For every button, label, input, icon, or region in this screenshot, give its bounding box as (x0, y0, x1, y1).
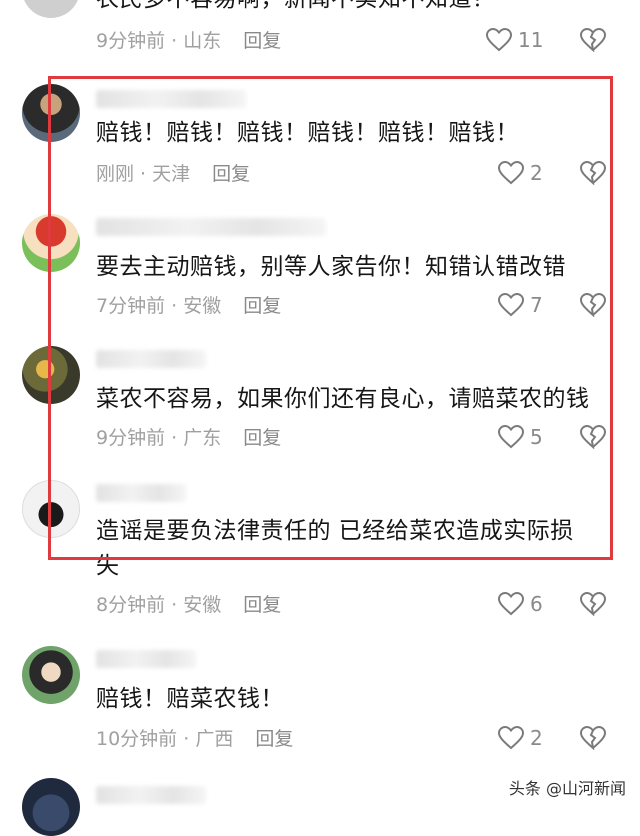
avatar[interactable] (22, 214, 80, 272)
comment-meta: 10分钟前 · 广西 回复 (96, 726, 293, 752)
comment-text: 造谣是要负法律责任的 已经给菜农造成实际损失 (96, 518, 574, 579)
comment-meta: 7分钟前 · 安徽 回复 (96, 293, 281, 319)
comment-time: 10分钟前 (96, 728, 178, 750)
like-count: 6 (530, 592, 543, 616)
heart-outline-icon (486, 28, 512, 52)
heart-outline-icon (498, 425, 524, 449)
comment-text: 赔钱！赔钱！赔钱！赔钱！赔钱！赔钱！ (96, 120, 519, 146)
like-button[interactable]: 2 (498, 161, 543, 185)
broken-heart-icon (579, 27, 607, 53)
heart-outline-icon (498, 726, 524, 750)
like-count: 2 (530, 726, 543, 750)
comment-time: 刚刚 (96, 163, 135, 185)
like-button[interactable]: 2 (498, 726, 543, 750)
separator: · (165, 295, 184, 317)
reply-button[interactable]: 回复 (243, 30, 281, 52)
broken-heart-icon (579, 591, 607, 617)
like-count: 2 (530, 161, 543, 185)
reply-button[interactable]: 回复 (243, 427, 281, 449)
username-blurred (96, 786, 206, 804)
comment-location: 广东 (183, 427, 222, 449)
separator: · (177, 728, 196, 750)
comment-location: 广西 (195, 728, 234, 750)
like-button[interactable]: 7 (498, 293, 543, 317)
comment-text: 赔钱！赔菜农钱！ (96, 686, 284, 712)
comment-time: 7分钟前 (96, 295, 166, 317)
comment-text: 农民多不容易啊，新闻不实知不知道？ (96, 0, 616, 17)
reply-button[interactable]: 回复 (255, 728, 293, 750)
dislike-button[interactable] (579, 27, 607, 56)
broken-heart-icon (579, 160, 607, 186)
username-blurred (96, 218, 326, 236)
comment-text: 菜农不容易，如果你们还有良心，请赔菜农的钱 (96, 386, 590, 412)
separator: · (134, 163, 153, 185)
broken-heart-icon (579, 725, 607, 751)
like-count: 5 (530, 425, 543, 449)
like-button[interactable]: 6 (498, 592, 543, 616)
avatar[interactable] (22, 84, 80, 142)
comment-meta: 8分钟前 · 安徽 回复 (96, 592, 281, 618)
like-button[interactable]: 5 (498, 425, 543, 449)
comment-location: 山东 (183, 30, 222, 52)
comment-location: 天津 (152, 163, 191, 185)
separator: · (165, 30, 184, 52)
dislike-button[interactable] (579, 725, 607, 754)
dislike-button[interactable] (579, 591, 607, 620)
reply-button[interactable]: 回复 (212, 163, 250, 185)
reply-button[interactable]: 回复 (243, 594, 281, 616)
comment-meta: 9分钟前 · 山东 回复 (96, 28, 281, 54)
comment-meta: 9分钟前 · 广东 回复 (96, 425, 281, 451)
username-blurred (96, 90, 246, 108)
comment-time: 9分钟前 (96, 427, 166, 449)
heart-outline-icon (498, 161, 524, 185)
heart-outline-icon (498, 592, 524, 616)
heart-outline-icon (498, 293, 524, 317)
like-button[interactable]: 11 (486, 28, 543, 52)
username-blurred (96, 350, 206, 368)
dislike-button[interactable] (579, 424, 607, 453)
avatar[interactable] (22, 346, 80, 404)
avatar[interactable] (22, 778, 80, 836)
like-count: 11 (518, 28, 544, 52)
username-blurred (96, 650, 196, 668)
username-blurred (96, 484, 186, 502)
separator: · (165, 594, 184, 616)
dislike-button[interactable] (579, 292, 607, 321)
avatar[interactable] (22, 0, 80, 18)
watermark: 头条 @山河新闻 (508, 779, 626, 798)
comment-text: 要去主动赔钱，别等人家告你！知错认错改错 (96, 254, 566, 280)
avatar[interactable] (22, 480, 80, 538)
broken-heart-icon (579, 424, 607, 450)
dislike-button[interactable] (579, 160, 607, 189)
comment-time: 9分钟前 (96, 30, 166, 52)
comment-time: 8分钟前 (96, 594, 166, 616)
reply-button[interactable]: 回复 (243, 295, 281, 317)
comment-meta: 刚刚 · 天津 回复 (96, 161, 250, 187)
comment-location: 安徽 (183, 295, 222, 317)
broken-heart-icon (579, 292, 607, 318)
comment-location: 安徽 (183, 594, 222, 616)
separator: · (165, 427, 184, 449)
like-count: 7 (530, 293, 543, 317)
avatar[interactable] (22, 646, 80, 704)
